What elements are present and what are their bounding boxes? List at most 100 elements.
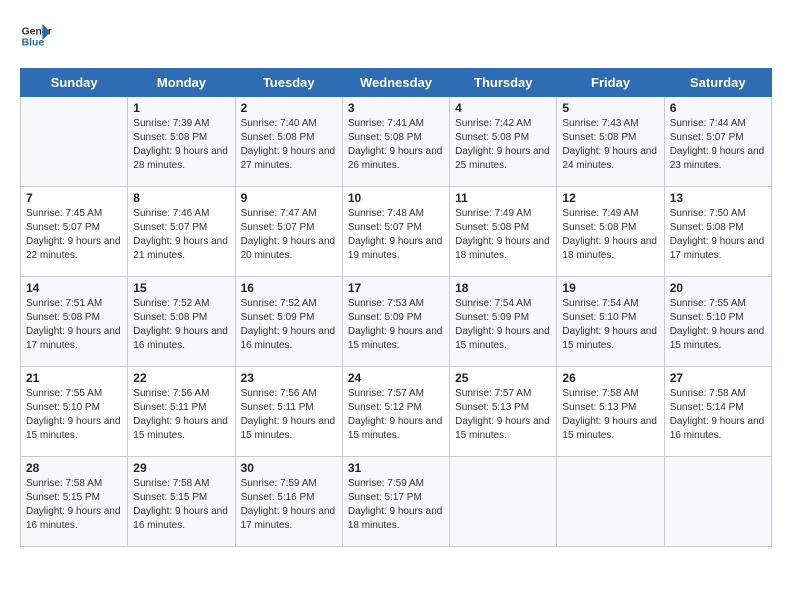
calendar-cell: 26 Sunrise: 7:58 AM Sunset: 5:13 PM Dayli…	[557, 367, 664, 457]
calendar-cell: 14 Sunrise: 7:51 AM Sunset: 5:08 PM Dayli…	[21, 277, 128, 367]
day-number: 5	[562, 101, 658, 115]
day-number: 30	[241, 461, 337, 475]
calendar-cell: 25 Sunrise: 7:57 AM Sunset: 5:13 PM Dayli…	[450, 367, 557, 457]
day-info: Sunrise: 7:56 AM Sunset: 5:11 PM Dayligh…	[133, 387, 229, 443]
svg-text:Blue: Blue	[22, 38, 45, 49]
day-info: Sunrise: 7:49 AM Sunset: 5:08 PM Dayligh…	[455, 207, 551, 263]
calendar-cell: 10 Sunrise: 7:48 AM Sunset: 5:07 PM Dayli…	[342, 187, 449, 277]
calendar-cell: 19 Sunrise: 7:54 AM Sunset: 5:10 PM Dayli…	[557, 277, 664, 367]
calendar-cell: 31Sunrise: 7:59 AM Sunset: 5:17 PM Dayli…	[342, 457, 449, 547]
calendar-cell: 28 Sunrise: 7:58 AM Sunset: 5:15 PM Dayli…	[21, 457, 128, 547]
day-info: Sunrise: 7:51 AM Sunset: 5:08 PM Dayligh…	[26, 297, 122, 353]
day-info: Sunrise: 7:54 AM Sunset: 5:10 PM Dayligh…	[562, 297, 658, 353]
day-number: 4	[455, 101, 551, 115]
day-number: 31	[348, 461, 444, 475]
day-info: Sunrise: 7:39 AM Sunset: 5:08 PM Dayligh…	[133, 117, 229, 173]
day-info: Sunrise: 7:58 AM Sunset: 5:15 PM Dayligh…	[133, 477, 229, 533]
calendar-cell	[450, 457, 557, 547]
day-info: Sunrise: 7:58 AM Sunset: 5:14 PM Dayligh…	[670, 387, 766, 443]
day-number: 27	[670, 371, 766, 385]
calendar-cell: 16 Sunrise: 7:52 AM Sunset: 5:09 PM Dayli…	[235, 277, 342, 367]
calendar-cell: 24Sunrise: 7:57 AM Sunset: 5:12 PM Dayli…	[342, 367, 449, 457]
day-number: 23	[241, 371, 337, 385]
calendar-cell: 11 Sunrise: 7:49 AM Sunset: 5:08 PM Dayli…	[450, 187, 557, 277]
calendar-cell: 21 Sunrise: 7:55 AM Sunset: 5:10 PM Dayli…	[21, 367, 128, 457]
calendar-cell: 4 Sunrise: 7:42 AM Sunset: 5:08 PM Daylig…	[450, 97, 557, 187]
day-number: 6	[670, 101, 766, 115]
calendar-cell: 12 Sunrise: 7:49 AM Sunset: 5:08 PM Dayli…	[557, 187, 664, 277]
day-info: Sunrise: 7:57 AM Sunset: 5:13 PM Dayligh…	[455, 387, 551, 443]
calendar-cell	[21, 97, 128, 187]
day-info: Sunrise: 7:43 AM Sunset: 5:08 PM Dayligh…	[562, 117, 658, 173]
day-info: Sunrise: 7:47 AM Sunset: 5:07 PM Dayligh…	[241, 207, 337, 263]
calendar-cell: 20 Sunrise: 7:55 AM Sunset: 5:10 PM Dayli…	[664, 277, 771, 367]
logo-icon: General Blue	[20, 20, 52, 52]
day-info: Sunrise: 7:54 AM Sunset: 5:09 PM Dayligh…	[455, 297, 551, 353]
calendar-cell: 5 Sunrise: 7:43 AM Sunset: 5:08 PM Daylig…	[557, 97, 664, 187]
day-info: Sunrise: 7:55 AM Sunset: 5:10 PM Dayligh…	[26, 387, 122, 443]
logo: General Blue	[20, 20, 56, 52]
calendar-cell: 7Sunrise: 7:45 AM Sunset: 5:07 PM Daylig…	[21, 187, 128, 277]
day-info: Sunrise: 7:58 AM Sunset: 5:13 PM Dayligh…	[562, 387, 658, 443]
day-info: Sunrise: 7:49 AM Sunset: 5:08 PM Dayligh…	[562, 207, 658, 263]
day-number: 28	[26, 461, 122, 475]
day-info: Sunrise: 7:53 AM Sunset: 5:09 PM Dayligh…	[348, 297, 444, 353]
calendar-cell: 29 Sunrise: 7:58 AM Sunset: 5:15 PM Dayli…	[128, 457, 235, 547]
day-number: 11	[455, 191, 551, 205]
day-info: Sunrise: 7:58 AM Sunset: 5:15 PM Dayligh…	[26, 477, 122, 533]
day-number: 14	[26, 281, 122, 295]
weekday-header-thursday: Thursday	[450, 69, 557, 97]
day-number: 17	[348, 281, 444, 295]
weekday-header-friday: Friday	[557, 69, 664, 97]
day-info: Sunrise: 7:56 AM Sunset: 5:11 PM Dayligh…	[241, 387, 337, 443]
calendar-cell: 1 Sunrise: 7:39 AM Sunset: 5:08 PM Daylig…	[128, 97, 235, 187]
calendar-cell: 23 Sunrise: 7:56 AM Sunset: 5:11 PM Dayli…	[235, 367, 342, 457]
day-info: Sunrise: 7:42 AM Sunset: 5:08 PM Dayligh…	[455, 117, 551, 173]
day-number: 26	[562, 371, 658, 385]
day-number: 2	[241, 101, 337, 115]
day-info: Sunrise: 7:40 AM Sunset: 5:08 PM Dayligh…	[241, 117, 337, 173]
page-header: General Blue	[20, 20, 772, 52]
day-info: Sunrise: 7:57 AM Sunset: 5:12 PM Dayligh…	[348, 387, 444, 443]
calendar-table: SundayMondayTuesdayWednesdayThursdayFrid…	[20, 68, 772, 547]
day-number: 12	[562, 191, 658, 205]
weekday-header-sunday: Sunday	[21, 69, 128, 97]
day-info: Sunrise: 7:52 AM Sunset: 5:09 PM Dayligh…	[241, 297, 337, 353]
calendar-cell: 13 Sunrise: 7:50 AM Sunset: 5:08 PM Dayli…	[664, 187, 771, 277]
calendar-cell: 6 Sunrise: 7:44 AM Sunset: 5:07 PM Daylig…	[664, 97, 771, 187]
day-number: 1	[133, 101, 229, 115]
day-number: 15	[133, 281, 229, 295]
day-info: Sunrise: 7:46 AM Sunset: 5:07 PM Dayligh…	[133, 207, 229, 263]
day-number: 13	[670, 191, 766, 205]
day-number: 19	[562, 281, 658, 295]
day-info: Sunrise: 7:59 AM Sunset: 5:16 PM Dayligh…	[241, 477, 337, 533]
calendar-cell: 27 Sunrise: 7:58 AM Sunset: 5:14 PM Dayli…	[664, 367, 771, 457]
day-number: 29	[133, 461, 229, 475]
day-info: Sunrise: 7:48 AM Sunset: 5:07 PM Dayligh…	[348, 207, 444, 263]
day-info: Sunrise: 7:44 AM Sunset: 5:07 PM Dayligh…	[670, 117, 766, 173]
day-number: 18	[455, 281, 551, 295]
calendar-cell: 8 Sunrise: 7:46 AM Sunset: 5:07 PM Daylig…	[128, 187, 235, 277]
calendar-cell: 3Sunrise: 7:41 AM Sunset: 5:08 PM Daylig…	[342, 97, 449, 187]
day-info: Sunrise: 7:55 AM Sunset: 5:10 PM Dayligh…	[670, 297, 766, 353]
weekday-header-wednesday: Wednesday	[342, 69, 449, 97]
calendar-cell: 18 Sunrise: 7:54 AM Sunset: 5:09 PM Dayli…	[450, 277, 557, 367]
day-number: 20	[670, 281, 766, 295]
weekday-header-monday: Monday	[128, 69, 235, 97]
calendar-cell	[664, 457, 771, 547]
calendar-cell: 9Sunrise: 7:47 AM Sunset: 5:07 PM Daylig…	[235, 187, 342, 277]
day-number: 16	[241, 281, 337, 295]
calendar-cell: 30 Sunrise: 7:59 AM Sunset: 5:16 PM Dayli…	[235, 457, 342, 547]
day-number: 3	[348, 101, 444, 115]
day-number: 25	[455, 371, 551, 385]
calendar-cell: 15 Sunrise: 7:52 AM Sunset: 5:08 PM Dayli…	[128, 277, 235, 367]
weekday-header-saturday: Saturday	[664, 69, 771, 97]
day-number: 21	[26, 371, 122, 385]
day-info: Sunrise: 7:52 AM Sunset: 5:08 PM Dayligh…	[133, 297, 229, 353]
day-number: 22	[133, 371, 229, 385]
day-info: Sunrise: 7:45 AM Sunset: 5:07 PM Dayligh…	[26, 207, 122, 263]
weekday-header-tuesday: Tuesday	[235, 69, 342, 97]
day-number: 10	[348, 191, 444, 205]
day-number: 8	[133, 191, 229, 205]
day-info: Sunrise: 7:50 AM Sunset: 5:08 PM Dayligh…	[670, 207, 766, 263]
